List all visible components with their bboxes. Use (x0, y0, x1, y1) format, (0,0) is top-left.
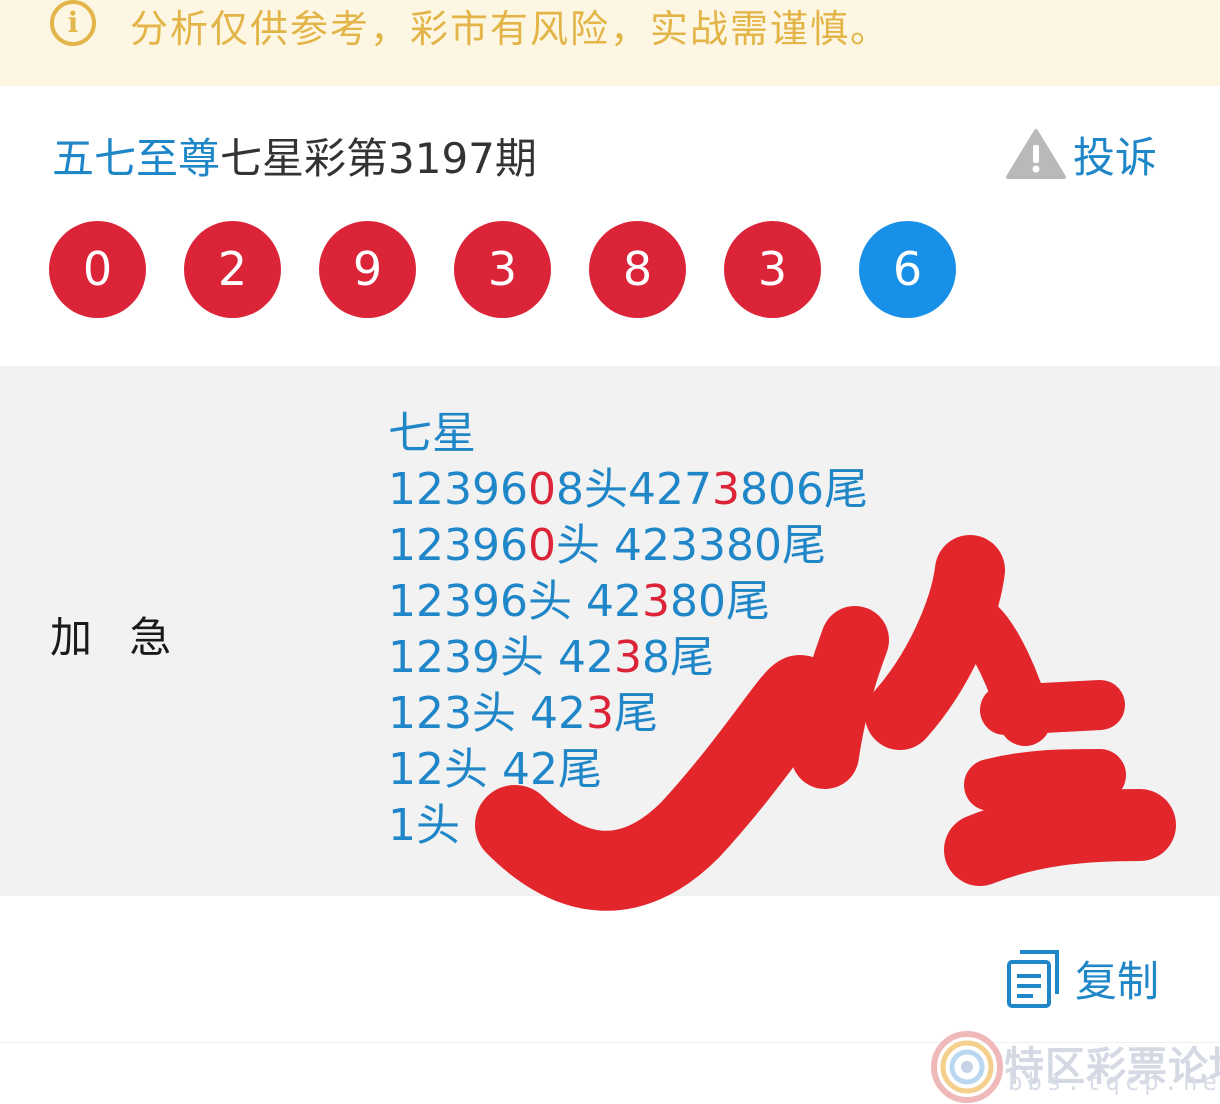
number-ball: 3 (724, 221, 821, 318)
number-ball: 9 (319, 221, 416, 318)
winning-numbers: 0293836 (49, 221, 956, 318)
number-ball: 6 (859, 221, 956, 318)
watermark-url: bbs.tqcp.net (1008, 1068, 1220, 1096)
forum-logo-icon (931, 1031, 1003, 1103)
complain-label: 投诉 (1073, 132, 1158, 182)
author-name[interactable]: 五七至尊 (52, 134, 220, 183)
warning-icon (1006, 129, 1066, 179)
copy-icon (1007, 950, 1059, 1008)
copy-label: 复制 (1075, 956, 1160, 1006)
number-ball: 0 (49, 221, 146, 318)
number-ball: 2 (184, 221, 281, 318)
info-icon: i (50, 0, 96, 46)
number-ball: 3 (454, 221, 551, 318)
copy-button[interactable]: 复制 (1005, 947, 1159, 1009)
complain-button[interactable]: 投诉 (1005, 126, 1157, 182)
issue-title: 七星彩第3197期 (220, 134, 537, 183)
highlighted-digit: 3 (711, 464, 740, 515)
prediction-text: 8头427 (555, 464, 712, 515)
prediction-text: 806尾 (739, 464, 868, 515)
risk-notice-banner: i 分析仅供参考，彩市有风险，实战需谨慎。 (0, 0, 1220, 86)
risk-notice-text: 分析仅供参考，彩市有风险，实战需谨慎。 (130, 7, 891, 51)
post-label: 加 急 (50, 613, 184, 662)
prediction-heading: 七星 (388, 408, 476, 459)
prediction-line: 1239608头4273806尾 (388, 462, 868, 518)
zhun-stamp-image (475, 535, 1176, 911)
prediction-text: 12396 (388, 464, 528, 515)
highlighted-digit: 0 (527, 464, 556, 515)
post-title: 五七至尊七星彩第3197期 (52, 125, 537, 186)
number-ball: 8 (589, 221, 686, 318)
